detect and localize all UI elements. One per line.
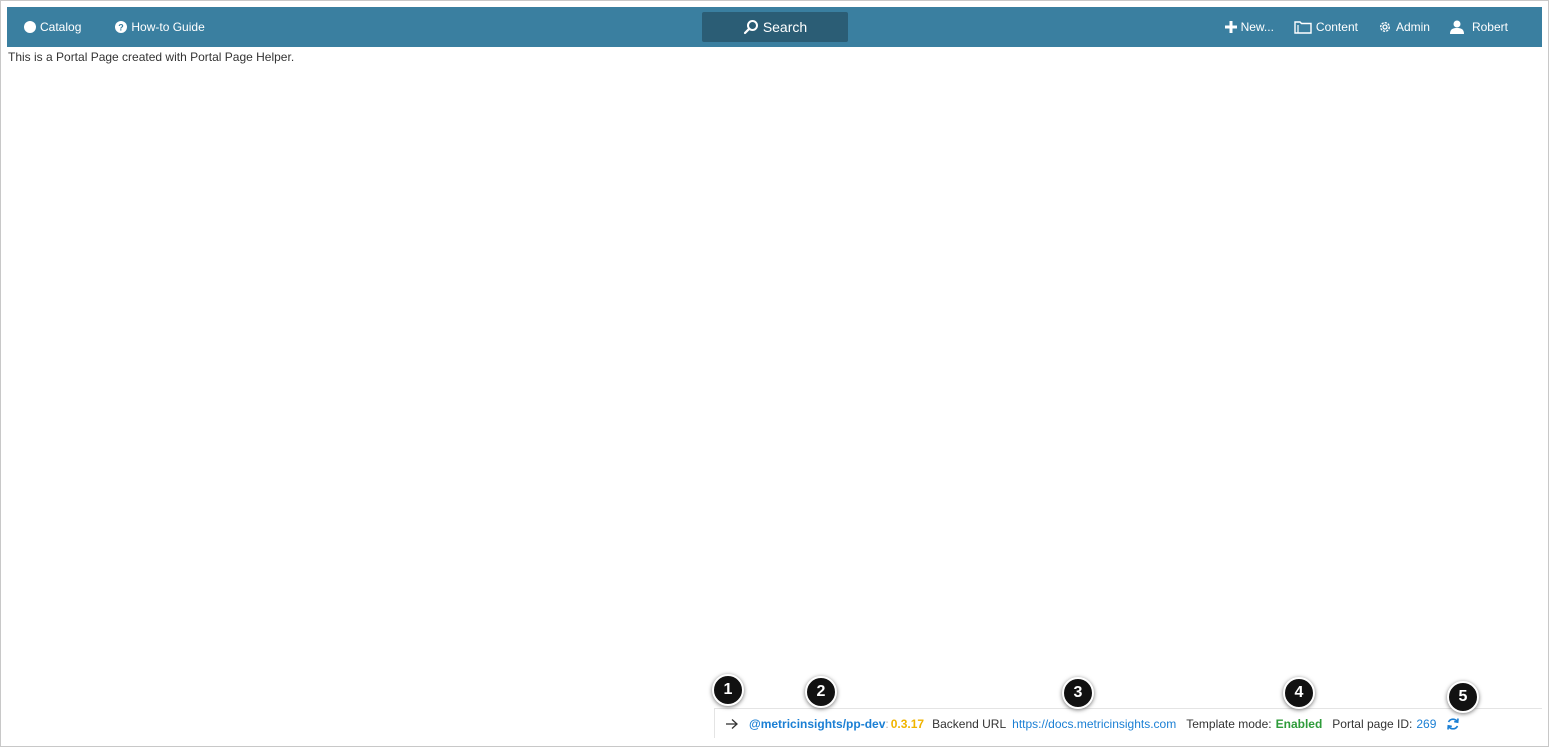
template-mode-value: Enabled	[1275, 716, 1323, 731]
backend-url-label: Backend URL	[932, 716, 1007, 731]
folder-icon	[1294, 20, 1312, 34]
top-navbar: Catalog ? How-to Guide Search New... Con…	[7, 7, 1542, 47]
nav-howto-label: How-to Guide	[131, 20, 205, 34]
refresh-icon	[1446, 717, 1460, 731]
collapse-arrow-button[interactable]	[725, 718, 749, 730]
portal-page-id-value: 269	[1416, 716, 1437, 731]
nav-new[interactable]: New...	[1224, 7, 1274, 47]
gear-icon	[1378, 20, 1392, 34]
nav-catalog-label: Catalog	[40, 20, 82, 34]
question-circle-icon: ?	[115, 21, 128, 33]
portal-page-helper-bar: @metricinsights/pp-dev : 0.3.17 Backend …	[714, 708, 1542, 738]
search-button[interactable]: Search	[702, 12, 848, 42]
package-version: 0.3.17	[890, 716, 925, 731]
nav-content[interactable]: Content	[1294, 7, 1358, 47]
nav-admin[interactable]: Admin	[1378, 7, 1430, 47]
nav-user[interactable]: Robert	[1449, 7, 1508, 47]
arrow-right-icon	[725, 718, 739, 730]
nav-howto-guide[interactable]: ? How-to Guide	[115, 7, 205, 47]
nav-user-label: Robert	[1471, 20, 1508, 34]
page-body-text: This is a Portal Page created with Porta…	[8, 50, 295, 64]
nav-admin-label: Admin	[1395, 20, 1430, 34]
search-icon	[743, 19, 759, 35]
callout-marker-1: 1	[712, 674, 744, 706]
nav-catalog[interactable]: Catalog	[24, 7, 81, 47]
search-label: Search	[762, 19, 808, 35]
catalog-icon	[24, 21, 36, 33]
callout-marker-3: 3	[1062, 677, 1094, 709]
plus-icon	[1224, 21, 1237, 33]
svg-text:?: ?	[119, 23, 125, 33]
callout-marker-4: 4	[1283, 677, 1315, 709]
separator-colon: :	[885, 716, 889, 731]
template-mode-label: Template mode:	[1186, 716, 1272, 731]
window-frame	[0, 0, 1549, 747]
backend-url-link[interactable]: https://docs.metricinsights.com	[1012, 717, 1176, 731]
user-icon	[1449, 20, 1464, 34]
refresh-button[interactable]	[1446, 717, 1460, 731]
package-name-link[interactable]: @metricinsights/pp-dev	[749, 717, 885, 731]
callout-marker-2: 2	[805, 676, 837, 708]
callout-marker-5: 5	[1447, 681, 1479, 713]
nav-new-label: New...	[1240, 20, 1274, 34]
nav-content-label: Content	[1315, 20, 1358, 34]
portal-page-id-label: Portal page ID:	[1332, 716, 1413, 731]
